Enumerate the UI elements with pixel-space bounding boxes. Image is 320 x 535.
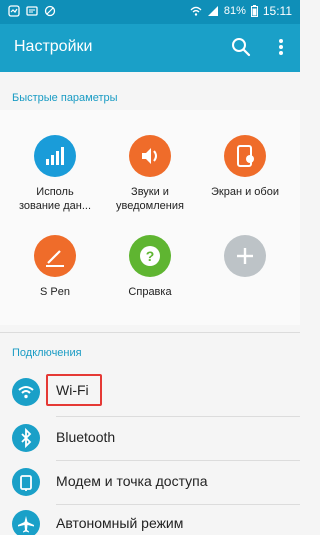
- block-icon: [44, 5, 56, 17]
- row-bluetooth[interactable]: Bluetooth: [0, 416, 300, 460]
- row-tethering[interactable]: Модем и точка доступа: [0, 460, 300, 504]
- tile-label: Справка: [128, 286, 172, 298]
- row-airplane[interactable]: Автономный режим: [0, 502, 300, 535]
- tile-label: Экран и обои: [211, 186, 279, 198]
- signal-icon: [207, 6, 218, 16]
- search-icon[interactable]: [230, 36, 252, 58]
- row-label: Wi-Fi: [56, 382, 89, 398]
- pen-icon: [34, 235, 76, 277]
- tile-label: Звуки и уведомления: [116, 186, 184, 212]
- message-icon: [26, 6, 38, 16]
- quick-settings-header: Быстрые параметры: [12, 92, 118, 104]
- tile-help[interactable]: ? Справка: [105, 235, 195, 299]
- row-label: Автономный режим: [56, 515, 184, 531]
- row-label: Bluetooth: [56, 429, 116, 445]
- battery-percent: 81%: [223, 5, 246, 17]
- page-title: Настройки: [14, 38, 93, 55]
- notification-icon: [8, 5, 20, 17]
- tile-data-usage[interactable]: Исполь зование дан...: [10, 135, 100, 213]
- section-divider: [0, 332, 300, 333]
- status-left-icons: [8, 5, 56, 17]
- tile-label: Исполь зование дан...: [18, 186, 92, 212]
- bluetooth-icon: [12, 424, 40, 452]
- connections-header: Подключения: [12, 347, 82, 359]
- add-icon: [224, 235, 266, 277]
- app-bar: Настройки: [0, 24, 300, 72]
- wifi-status-icon: [190, 6, 202, 16]
- row-label: Модем и точка доступа: [56, 473, 208, 489]
- volume-icon: [129, 135, 171, 177]
- row-wifi[interactable]: Wi-Fi: [0, 370, 300, 414]
- tile-add[interactable]: [200, 235, 290, 285]
- quick-settings-grid: Исполь зование дан... Звуки и уведомлени…: [0, 110, 300, 325]
- display-icon: [224, 135, 266, 177]
- status-time: 15:11: [262, 4, 292, 18]
- tethering-icon: [12, 468, 40, 496]
- status-right: 81% 15:11: [190, 4, 292, 18]
- tile-display[interactable]: Экран и обои: [200, 135, 290, 199]
- tile-s-pen[interactable]: S Pen: [10, 235, 100, 299]
- status-bar: 81% 15:11: [0, 0, 300, 24]
- help-icon: ?: [129, 235, 171, 277]
- wifi-icon: [12, 378, 40, 406]
- data-usage-icon: [34, 135, 76, 177]
- more-vert-icon[interactable]: [276, 36, 286, 58]
- airplane-icon: [12, 510, 40, 535]
- tile-label: S Pen: [40, 286, 70, 298]
- tile-sounds[interactable]: Звуки и уведомления: [105, 135, 195, 213]
- battery-icon: [250, 5, 258, 17]
- svg-text:?: ?: [146, 248, 155, 264]
